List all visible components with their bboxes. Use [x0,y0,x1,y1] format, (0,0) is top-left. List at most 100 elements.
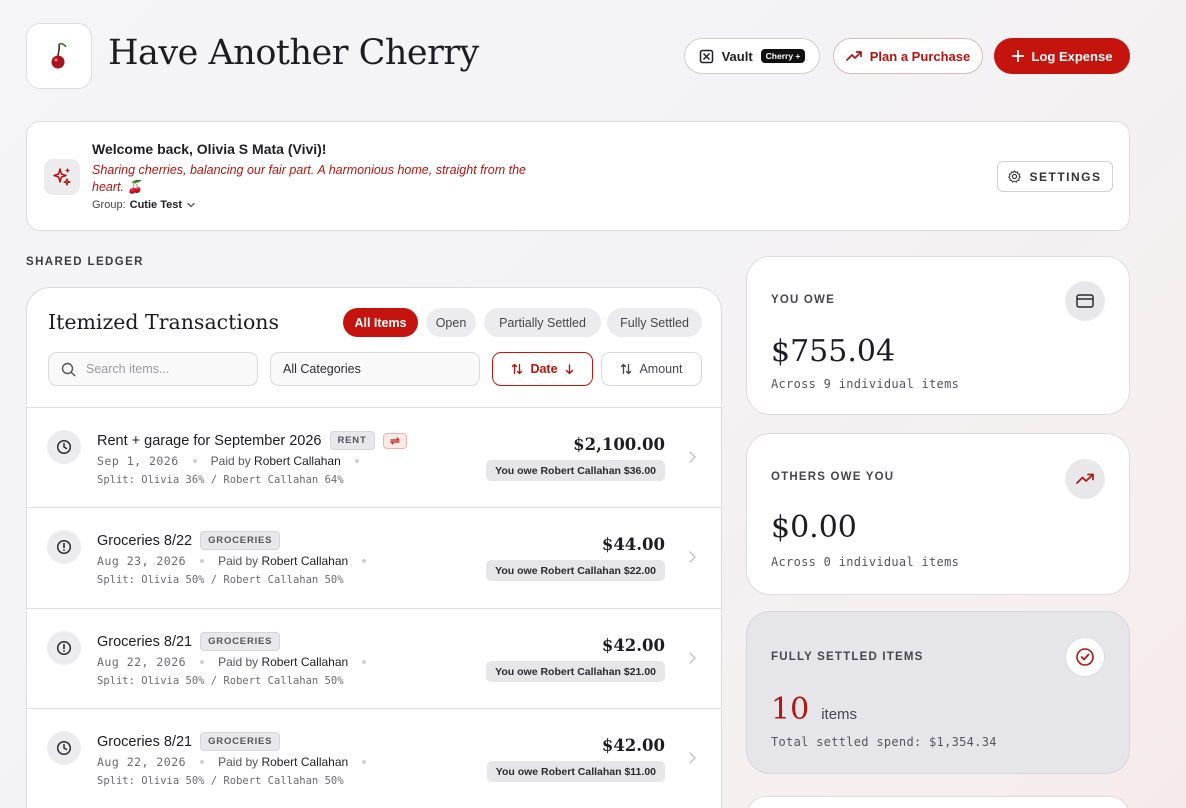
filter-fully-settled[interactable]: Fully Settled [607,308,702,337]
others-owe-label: OTHERS OWE YOU [771,471,895,483]
panel-title: Itemized Transactions [48,310,280,334]
paid-by: Paid by Robert Callahan [218,655,349,669]
transaction-amount: $44.00 [601,535,665,554]
clock-icon [47,731,81,765]
chevron-right-icon [689,752,697,764]
transaction-date: Aug 22, 2026 [97,755,187,769]
transaction-split: Split: Olivia 36% / Robert Callahan 64% [97,474,344,486]
plan-purchase-label: Plan a Purchase [869,48,971,64]
search-box[interactable] [48,352,258,386]
others-owe-value: $0.00 [771,510,857,545]
plus-icon [1011,50,1024,62]
filter-all-items[interactable]: All Items [343,308,418,337]
separator-dot [362,660,367,664]
transaction-title-row: Groceries 8/22 GROCERIES [97,531,281,550]
sort-amount-label: Amount [639,362,683,376]
check-circle-icon [1065,637,1105,677]
paid-by: Paid by Robert Callahan [218,755,349,769]
paid-by: Paid by Robert Callahan [210,454,341,468]
clock-icon [47,430,81,464]
category-tag: GROCERIES [200,632,281,651]
group-name: Cutie Test [129,199,182,211]
sparkles-icon [44,159,80,195]
app-title: Have Another Cherry [108,33,479,73]
transaction-amount: $2,100.00 [573,435,665,454]
sort-arrows-icon [512,363,523,375]
arrow-down-icon [565,363,573,374]
filter-open[interactable]: Open [426,308,476,337]
recurring-icon [382,432,407,449]
transaction-amount: $42.00 [601,736,665,755]
transaction-row[interactable]: Groceries 8/22 GROCERIES Aug 23, 2026 Pa… [27,508,721,608]
group-label: Group: [92,199,126,211]
vault-label: Vault [721,48,753,64]
transaction-meta: Sep 1, 2026 Paid by Robert Callahan [97,454,359,468]
separator-dot [200,660,205,664]
category-tag: GROCERIES [200,732,281,751]
sort-amount-button[interactable]: Amount [601,352,702,386]
chevron-right-icon [689,551,697,563]
sort-date-label: Date [530,362,558,376]
search-input[interactable] [86,362,236,376]
fully-settled-card[interactable]: FULLY SETTLED ITEMS 10 items Total settl… [746,611,1130,774]
alert-circle-icon [47,530,81,564]
sort-arrows-icon [621,363,632,375]
vault-x-icon [699,49,713,63]
sort-date-button[interactable]: Date [492,352,593,386]
owe-badge: You owe Robert Callahan $21.00 [486,661,665,682]
log-expense-label: Log Expense [1031,48,1113,64]
separator-dot [200,559,205,563]
vault-badge: Cherry + [760,49,806,63]
alert-circle-icon [47,631,81,665]
transaction-row[interactable]: Groceries 8/21 GROCERIES Aug 22, 2026 Pa… [27,609,721,709]
transaction-date: Sep 1, 2026 [97,454,179,468]
category-tag: GROCERIES [200,531,281,550]
separator-dot [362,559,367,563]
separator-dot [200,760,205,764]
category-select[interactable]: All Categories [270,352,480,386]
chevron-right-icon [689,652,697,664]
transaction-date: Aug 22, 2026 [97,655,187,669]
owe-badge: You owe Robert Callahan $11.00 [486,761,665,782]
transactions-panel: Itemized Transactions All Items Open Par… [26,287,722,808]
chevron-down-icon [187,202,195,208]
separator-dot [192,459,197,463]
transaction-title-row: Groceries 8/21 GROCERIES [97,732,281,751]
settled-count-row: 10 items [771,692,857,727]
cherry-icon [51,42,67,69]
trending-up-icon [845,51,862,61]
gear-icon [1008,170,1022,183]
app-logo[interactable] [26,23,92,89]
others-owe-subtext: Across 0 individual items [771,555,960,569]
transaction-title: Rent + garage for September 2026 [97,432,322,449]
settings-button[interactable]: SETTINGS [997,161,1113,192]
summary-card-partial [746,796,1130,808]
settings-label: SETTINGS [1029,169,1102,184]
transaction-amount: $42.00 [601,636,665,655]
transaction-split: Split: Olivia 50% / Robert Callahan 50% [97,775,344,787]
transaction-date: Aug 23, 2026 [97,554,187,568]
transaction-title: Groceries 8/21 [97,633,193,650]
separator-dot [354,459,359,463]
credit-card-icon [1065,281,1105,321]
group-selector[interactable]: Group: Cutie Test [92,199,196,211]
search-icon [61,362,76,376]
transaction-split: Split: Olivia 50% / Robert Callahan 50% [97,574,344,586]
owe-badge: You owe Robert Callahan $22.00 [486,560,665,581]
you-owe-card[interactable]: YOU OWE $755.04 Across 9 individual item… [746,256,1130,415]
transaction-row[interactable]: Rent + garage for September 2026 RENT Se… [27,408,721,508]
transaction-row[interactable]: Groceries 8/21 GROCERIES Aug 22, 2026 Pa… [27,709,721,808]
transaction-title: Groceries 8/21 [97,733,193,750]
vault-button[interactable]: Vault Cherry + [684,38,820,74]
transaction-meta: Aug 22, 2026 Paid by Robert Callahan [97,755,367,769]
separator-dot [362,760,367,764]
filter-partially-settled[interactable]: Partially Settled [484,308,601,337]
transaction-title-row: Rent + garage for September 2026 RENT [97,431,407,450]
welcome-card: Welcome back, Olivia S Mata (Vivi)! Shar… [26,121,1130,231]
trending-up-icon [1065,459,1105,499]
chevron-right-icon [689,451,697,463]
log-expense-button[interactable]: Log Expense [994,38,1130,74]
others-owe-card[interactable]: OTHERS OWE YOU $0.00 Across 0 individual… [746,433,1130,595]
paid-by: Paid by Robert Callahan [218,554,349,568]
plan-purchase-button[interactable]: Plan a Purchase [833,38,983,74]
